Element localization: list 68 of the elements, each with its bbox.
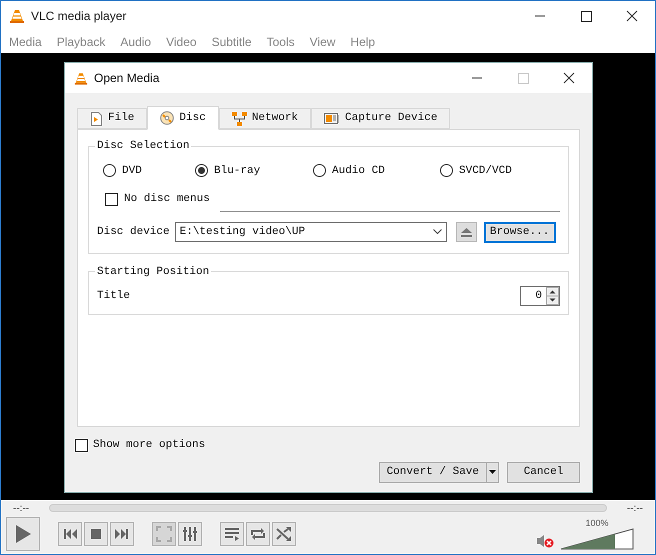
radio-button[interactable] <box>195 164 208 178</box>
traffic-cone-icon <box>74 70 88 86</box>
previous-icon <box>62 526 78 542</box>
file-icon <box>90 112 103 126</box>
fullscreen-icon <box>156 526 172 542</box>
menu-item[interactable]: Video <box>166 33 197 51</box>
playlist-icon <box>224 526 240 542</box>
equalizer-button[interactable] <box>178 522 202 546</box>
traffic-cone-icon <box>9 8 25 24</box>
tab[interactable]: Capture Device <box>311 108 450 129</box>
group-title: Starting Position <box>96 264 210 280</box>
loop-button[interactable] <box>246 522 270 546</box>
caret-icon <box>489 470 496 474</box>
stop-button[interactable] <box>84 522 108 546</box>
spin-arrows-icon <box>546 287 559 305</box>
radio-button[interactable] <box>440 164 453 178</box>
checkbox[interactable] <box>105 192 118 206</box>
window-title: VLC media player <box>31 8 126 25</box>
volume-reading: 100% <box>585 518 609 528</box>
loop-icon <box>250 526 266 542</box>
field-label: Title <box>97 288 130 304</box>
radio-label: Audio CD <box>332 164 385 178</box>
menu-item[interactable]: Playback <box>56 33 106 51</box>
eject-button[interactable] <box>456 222 477 242</box>
menu-item[interactable]: Tools <box>266 33 295 51</box>
volume-slider[interactable] <box>560 528 634 550</box>
previous-button[interactable] <box>58 522 82 546</box>
tab[interactable]: File <box>77 108 148 129</box>
checkbox-label: Show more options <box>93 438 206 453</box>
menu-item[interactable]: Help <box>350 33 376 51</box>
radio-label: SVCD/VCD <box>459 164 512 178</box>
next-icon <box>114 526 130 542</box>
menu-item[interactable]: Media <box>9 33 42 51</box>
elapsed-time: --:-- <box>13 502 30 516</box>
radio-button[interactable] <box>313 164 326 178</box>
play-icon <box>14 524 32 544</box>
play-button[interactable] <box>6 517 40 551</box>
menu-item[interactable]: View <box>310 33 336 51</box>
shuffle-icon <box>276 526 292 542</box>
next-button[interactable] <box>110 522 134 546</box>
stop-icon <box>88 526 104 542</box>
menu-item[interactable]: Audio <box>120 33 152 51</box>
playlist-button[interactable] <box>220 522 244 546</box>
radio-button[interactable] <box>103 164 116 178</box>
radio-label: Blu-ray <box>214 164 260 178</box>
eject-icon <box>460 228 472 236</box>
browse-button[interactable]: Browse... <box>484 222 556 242</box>
menu-item[interactable]: Subtitle <box>212 33 252 51</box>
checkbox[interactable] <box>75 438 88 452</box>
network-icon <box>232 112 247 126</box>
convert-save-split-button[interactable]: Convert / Save <box>378 462 499 482</box>
sliders-icon <box>182 526 198 542</box>
disc-icon <box>160 111 174 125</box>
radio-label: DVD <box>122 164 142 178</box>
shuffle-button[interactable] <box>272 522 296 546</box>
chevron-down-icon <box>432 229 442 235</box>
group-title: Disc Selection <box>96 139 190 154</box>
capture-card-icon <box>324 112 340 126</box>
title-spinbox[interactable]: 0 <box>520 286 560 306</box>
disc-device-dropdown[interactable]: E:\testing video\UP <box>174 222 447 242</box>
cancel-button[interactable]: Cancel <box>507 462 580 482</box>
tab[interactable]: Network <box>218 108 312 129</box>
checkbox-label: No disc menus <box>124 192 210 207</box>
dialog-title: Open Media <box>94 70 160 87</box>
field-label: Disc device <box>97 224 170 240</box>
total-time: --:-- <box>626 502 643 516</box>
tab[interactable]: Disc <box>147 106 219 130</box>
muted-speaker-icon[interactable] <box>536 534 554 548</box>
